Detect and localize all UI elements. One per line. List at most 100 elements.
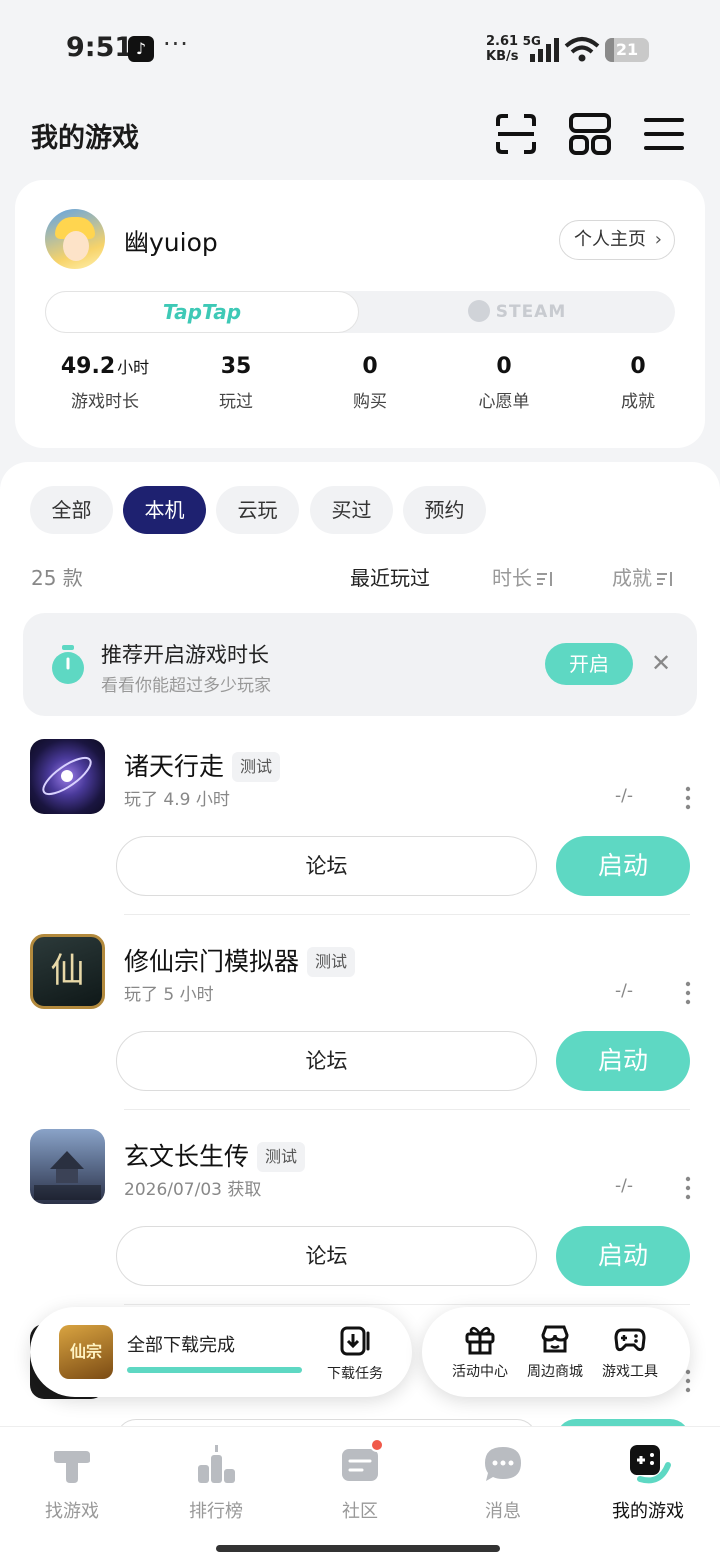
- page-title: 我的游戏: [31, 123, 139, 154]
- stat-purchased[interactable]: 0 购买: [305, 354, 435, 412]
- forum-button[interactable]: 论坛: [116, 836, 537, 896]
- grid-icon[interactable]: [568, 112, 612, 156]
- battery-icon: 21: [605, 38, 649, 62]
- stat-value: 35: [220, 354, 252, 379]
- ranking-icon: [198, 1445, 235, 1483]
- game-title: 诸天行走: [124, 752, 225, 781]
- sort-achievement[interactable]: 成就: [612, 562, 673, 591]
- stat-label: 购买: [353, 392, 387, 412]
- game-playtime: 玩了 4.9 小时: [124, 790, 230, 810]
- nav-my-games[interactable]: 我的游戏: [588, 1443, 708, 1523]
- sort-icon: [657, 572, 672, 586]
- menu-icon[interactable]: [642, 112, 686, 156]
- home-indicator[interactable]: [216, 1545, 500, 1552]
- launch-button[interactable]: 启动: [556, 1226, 690, 1286]
- game-icon[interactable]: 仙: [30, 934, 105, 1009]
- stat-value: 0: [496, 354, 512, 379]
- speed-value: 2.61: [486, 34, 519, 49]
- game-rating: -/-: [615, 981, 633, 1001]
- scan-icon[interactable]: [494, 112, 538, 156]
- game-row: 诸天行走 测试 玩了 4.9 小时 -/- 论坛 启动: [0, 739, 720, 934]
- gift-icon: [465, 1326, 495, 1355]
- bottom-nav: 找游戏 排行榜 社区 消息 我的游戏: [0, 1426, 720, 1563]
- download-thumbnail: 仙宗: [59, 1325, 113, 1379]
- download-progress: [127, 1367, 302, 1373]
- download-tasks-label: 下载任务: [327, 1366, 383, 1382]
- game-acquired-date: 2026/07/03 获取: [124, 1180, 262, 1200]
- launch-button[interactable]: 启动: [556, 836, 690, 896]
- notification-dot: [370, 1438, 384, 1452]
- nav-ranking[interactable]: 排行榜: [156, 1443, 276, 1523]
- steam-icon: [467, 300, 490, 322]
- orbit-art-icon: [42, 756, 92, 796]
- tab-bought[interactable]: 买过: [310, 486, 393, 534]
- game-row: 仙 修仙宗门模拟器 测试 玩了 5 小时 -/- 论坛 启动: [0, 934, 720, 1129]
- download-panel[interactable]: 仙宗 全部下载完成 下载任务: [30, 1307, 412, 1397]
- sort-icon: [537, 572, 552, 586]
- nav-messages[interactable]: 消息: [443, 1443, 563, 1523]
- nav-label: 消息: [485, 1501, 521, 1522]
- game-icon-glyph: 仙: [50, 951, 85, 991]
- tab-local[interactable]: 本机: [123, 486, 206, 534]
- shop-icon: [541, 1325, 569, 1353]
- stat-label: 玩过: [219, 392, 253, 412]
- homepage-button[interactable]: 个人主页 ›: [559, 220, 675, 260]
- divider: [124, 1109, 690, 1110]
- avatar[interactable]: [45, 209, 105, 269]
- game-title: 修仙宗门模拟器: [124, 947, 300, 976]
- game-name[interactable]: 玄文长生传 测试: [124, 1137, 306, 1173]
- game-icon[interactable]: [30, 739, 105, 814]
- close-icon[interactable]: ✕: [649, 649, 673, 677]
- game-tools-button[interactable]: 游戏工具: [594, 1323, 666, 1381]
- profile-card: 幽yuiop 个人主页 › TapTap STEAM 49.2 小时 游戏时长 3…: [15, 180, 705, 448]
- merch-store-button[interactable]: 周边商城: [519, 1323, 591, 1381]
- message-icon: [485, 1447, 521, 1481]
- enable-button[interactable]: 开启: [545, 643, 633, 685]
- download-tasks-button[interactable]: 下载任务: [320, 1325, 390, 1383]
- stat-playtime[interactable]: 49.2 小时 游戏时长: [40, 354, 170, 412]
- test-badge: 测试: [257, 1142, 306, 1172]
- stat-label: 心愿单: [478, 392, 530, 412]
- sort-playtime[interactable]: 时长: [492, 562, 553, 591]
- more-vertical-icon[interactable]: [678, 783, 698, 813]
- banner-subtitle: 看看你能超过多少玩家: [101, 676, 271, 696]
- tab-cloud[interactable]: 云玩: [216, 486, 299, 534]
- forum-button[interactable]: 论坛: [116, 1031, 537, 1091]
- game-name[interactable]: 诸天行走 测试: [124, 747, 281, 783]
- avatar-face: [63, 231, 89, 261]
- stopwatch-icon: [52, 645, 84, 684]
- more-vertical-icon[interactable]: [678, 978, 698, 1008]
- taptap-icon: [54, 1451, 90, 1483]
- more-vertical-icon[interactable]: [678, 1173, 698, 1203]
- signal-icon: [530, 38, 559, 62]
- stat-label: 成就: [621, 392, 655, 412]
- sort-achievement-label: 成就: [612, 566, 652, 590]
- stat-unit: 小时: [117, 358, 150, 377]
- game-name[interactable]: 修仙宗门模拟器 测试: [124, 942, 356, 978]
- game-playtime: 玩了 5 小时: [124, 985, 214, 1005]
- download-status: 全部下载完成: [127, 1335, 235, 1356]
- activity-center-button[interactable]: 活动中心: [444, 1323, 516, 1381]
- test-badge: 测试: [232, 752, 281, 782]
- stat-played[interactable]: 35 玩过: [171, 354, 301, 412]
- status-time: 9:51: [66, 32, 134, 63]
- nav-find-games[interactable]: 找游戏: [12, 1443, 132, 1523]
- activity-center-label: 活动中心: [452, 1364, 508, 1380]
- stat-wishlist[interactable]: 0 心愿单: [439, 354, 569, 412]
- launch-button[interactable]: 启动: [556, 1031, 690, 1091]
- banner-title: 推荐开启游戏时长: [101, 643, 269, 667]
- chevron-right-icon: ›: [654, 229, 662, 250]
- stat-achievements[interactable]: 0 成就: [573, 354, 703, 412]
- platform-taptap[interactable]: TapTap: [45, 291, 359, 333]
- sort-playtime-label: 时长: [492, 566, 532, 590]
- gamepad-icon: [614, 1328, 646, 1352]
- tab-all[interactable]: 全部: [30, 486, 113, 534]
- tab-reserved[interactable]: 预约: [403, 486, 486, 534]
- game-title: 玄文长生传: [124, 1142, 250, 1171]
- divider: [124, 914, 690, 915]
- nav-community[interactable]: 社区: [300, 1438, 420, 1523]
- game-icon[interactable]: [30, 1129, 105, 1204]
- platform-steam[interactable]: STEAM: [359, 291, 675, 333]
- forum-button[interactable]: 论坛: [116, 1226, 537, 1286]
- sort-recent[interactable]: 最近玩过: [350, 562, 430, 591]
